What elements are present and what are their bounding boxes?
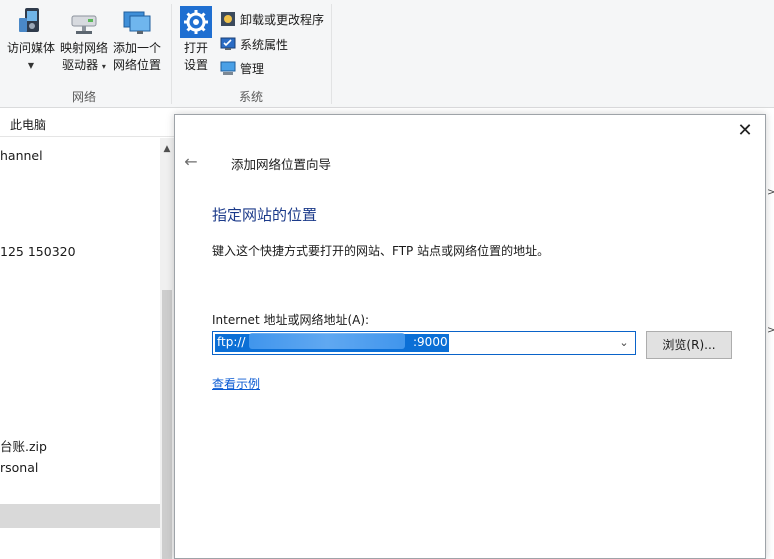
system-properties-button[interactable]: 系统属性 (220, 33, 288, 55)
group-separator (171, 4, 172, 104)
add-location-label-line2: 网络位置 (112, 58, 161, 72)
open-settings-label-line1: 打开 (183, 41, 208, 55)
scroll-up-icon[interactable]: ▲ (160, 144, 174, 154)
list-item[interactable]: rsonal (0, 460, 38, 475)
open-settings-button[interactable]: 打开 设置 (176, 6, 216, 74)
background-mark: > (767, 187, 774, 198)
network-location-icon (121, 6, 153, 38)
address-value-suffix: :9000 (413, 335, 448, 349)
group-separator (331, 4, 332, 104)
computer-manage-icon (220, 60, 236, 76)
access-media-button[interactable]: 访问媒体 ▼ (4, 6, 58, 74)
add-network-location-wizard: ✕ ← 添加网络位置向导 指定网站的位置 键入这个快捷方式要打开的网站、FTP … (174, 114, 766, 559)
wizard-title: 添加网络位置向导 (231, 157, 332, 172)
open-settings-label-line2: 设置 (183, 58, 208, 72)
system-group-label: 系统 (239, 90, 264, 104)
wizard-heading: 指定网站的位置 (212, 206, 318, 224)
map-network-drive-button[interactable]: 映射网络 驱动器 ▾ (58, 6, 110, 75)
back-arrow-icon[interactable]: ← (181, 152, 201, 172)
chevron-down-icon: ▾ (101, 62, 106, 71)
gear-icon (180, 6, 212, 38)
media-device-icon (15, 6, 47, 38)
close-icon[interactable]: ✕ (735, 122, 755, 142)
list-item[interactable]: hannel (0, 148, 43, 163)
selected-row-highlight (0, 504, 160, 528)
redacted-blur (249, 333, 405, 349)
uninstall-label: 卸载或更改程序 (240, 12, 325, 27)
chevron-down-icon: ▼ (27, 61, 35, 70)
address-bar[interactable]: 此电脑 (0, 115, 175, 137)
address-field-label: Internet 地址或网络地址(A): (212, 313, 370, 327)
network-group-label: 网络 (72, 90, 97, 104)
map-drive-label-line1: 映射网络 (59, 41, 108, 55)
address-path: 此电脑 (10, 118, 47, 132)
background-mark: > (767, 325, 774, 336)
manage-label: 管理 (240, 61, 265, 76)
uninstall-programs-button[interactable]: 卸载或更改程序 (220, 8, 324, 30)
scrollbar-thumb[interactable] (162, 290, 172, 559)
manage-button[interactable]: 管理 (220, 57, 264, 79)
view-examples-link[interactable]: 查看示例 (212, 375, 260, 392)
add-network-location-button[interactable]: 添加一个 网络位置 (110, 6, 164, 74)
system-properties-icon (220, 36, 236, 52)
browse-button[interactable]: 浏览(R)... (646, 331, 732, 359)
system-properties-label: 系统属性 (240, 37, 289, 52)
list-item[interactable]: 台账.zip (0, 436, 47, 455)
uninstall-icon (220, 11, 236, 27)
chevron-down-icon[interactable]: ⌄ (616, 335, 632, 351)
access-media-label: 访问媒体 (6, 41, 55, 55)
address-value: ftp:// :9000 (217, 335, 448, 349)
list-item[interactable]: 125 150320 (0, 244, 76, 259)
add-location-label-line1: 添加一个 (112, 41, 161, 55)
map-drive-label-line2: 驱动器 ▾ (62, 58, 106, 72)
navigation-pane: hannel 125 150320 台账.zip rsonal ▲ (0, 138, 175, 559)
wizard-description: 键入这个快捷方式要打开的网站、FTP 站点或网络位置的地址。 (212, 244, 550, 258)
network-drive-icon (68, 6, 100, 38)
ribbon: 访问媒体 ▼ 映射网络 驱动器 ▾ 添加一个 网络位置 网络 打开 设置 卸载或… (0, 0, 774, 108)
address-value-prefix: ftp:// (217, 335, 246, 349)
address-combo-input[interactable]: ftp:// :9000 ⌄ (212, 331, 636, 355)
vertical-scrollbar[interactable]: ▲ (160, 138, 174, 559)
